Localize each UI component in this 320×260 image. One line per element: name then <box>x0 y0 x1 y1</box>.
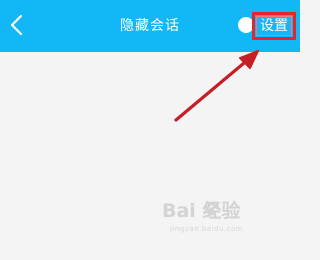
screen: 隐藏会话 设置 Bai 经验 jingyan.baidu.com <box>0 0 300 260</box>
top-navbar: 隐藏会话 设置 <box>0 0 300 52</box>
settings-label: 设置 <box>260 18 288 34</box>
watermark-url: jingyan.baidu.com <box>170 225 244 233</box>
settings-button[interactable]: 设置 <box>252 12 296 40</box>
paw-icon <box>204 202 219 216</box>
watermark: Bai 经验 jingyan.baidu.com <box>162 196 272 244</box>
